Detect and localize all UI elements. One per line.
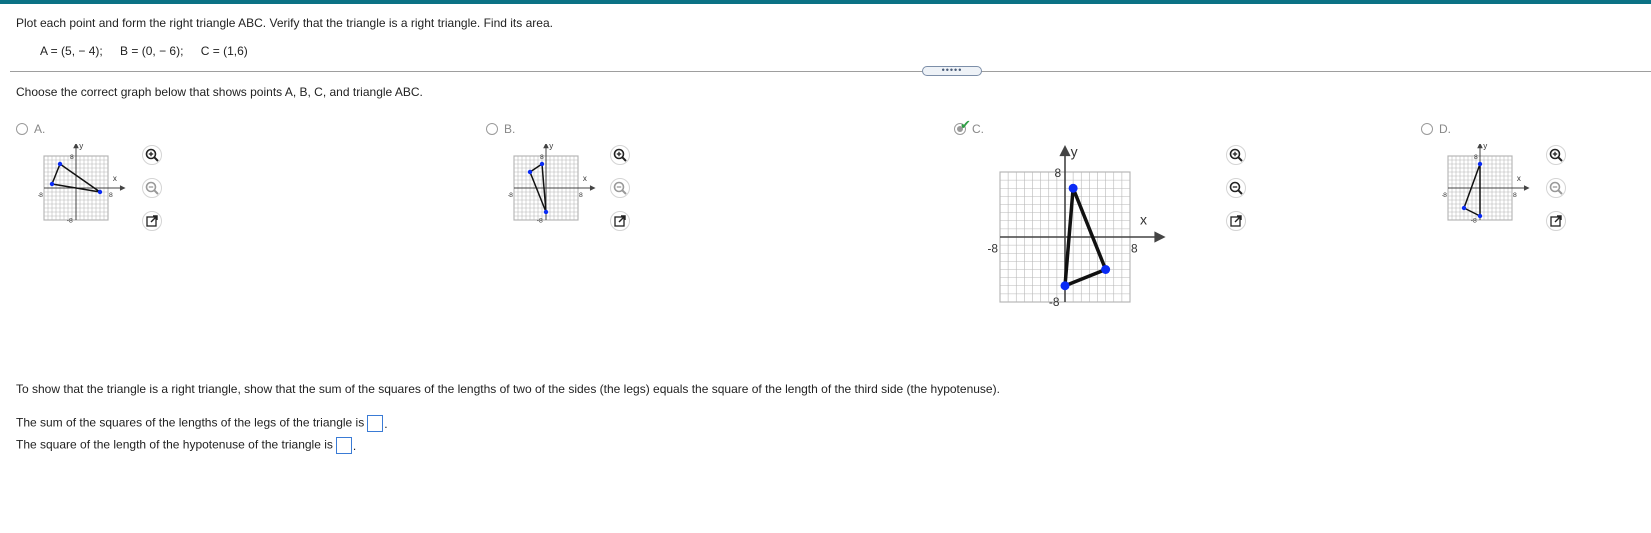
external-link-icon xyxy=(1230,215,1242,227)
vertex-point-0 xyxy=(539,161,545,167)
tick-label-left: -8 xyxy=(38,192,43,199)
tick-label-bottom: -8 xyxy=(537,217,543,224)
vertex-point-1 xyxy=(57,161,63,167)
tick-label-top: 8 xyxy=(1055,166,1062,180)
x-axis-label: x xyxy=(1140,211,1147,227)
hypotenuse-period: . xyxy=(352,438,357,453)
tick-label-right: 8 xyxy=(579,192,583,199)
top-accent-bar xyxy=(0,0,1651,4)
choice-b-label: B. xyxy=(504,122,516,136)
hypotenuse-square-input[interactable] xyxy=(335,437,352,454)
choice-d-radio[interactable] xyxy=(1421,123,1433,135)
y-axis-arrow xyxy=(73,144,79,149)
graph-c: x y -8 8 8 -8 xyxy=(988,144,1166,309)
x-axis-label: x xyxy=(113,174,117,183)
divider-handle[interactable]: ••••• xyxy=(922,66,982,76)
x-axis-label: x xyxy=(583,174,587,183)
graph-b-zoom-out-button[interactable] xyxy=(610,178,630,198)
point-c: C = (1,6) xyxy=(200,44,248,58)
tick-label-top: 8 xyxy=(540,154,544,161)
zoom-out-icon xyxy=(1229,181,1243,195)
tick-label-right: 8 xyxy=(1513,192,1517,199)
zoom-in-icon xyxy=(1229,148,1243,162)
graph-d-zoom-out-button[interactable] xyxy=(1546,178,1566,198)
legs-question-text: The sum of the squares of the lengths of… xyxy=(16,415,365,430)
vertex-point-2 xyxy=(97,189,103,195)
x-axis-arrow xyxy=(1523,185,1530,191)
choice-d-label: D. xyxy=(1439,122,1451,136)
section-divider xyxy=(10,71,1651,72)
x-axis-arrow xyxy=(1154,231,1166,243)
tick-label-left: -8 xyxy=(508,192,513,199)
tick-label-right: 8 xyxy=(109,192,113,199)
choice-b-radio[interactable] xyxy=(486,123,498,135)
point-b: B = (0, − 6); xyxy=(120,44,184,58)
vertex-point-1 xyxy=(1477,161,1483,167)
tick-label-left: -8 xyxy=(1442,192,1447,199)
y-axis-arrow xyxy=(1059,144,1071,157)
graph-a: x y -8 8 8 -8 xyxy=(38,144,126,224)
vertex-point-1 xyxy=(1060,281,1070,291)
vertex-point-0 xyxy=(49,181,55,187)
tick-label-bottom: -8 xyxy=(67,217,73,224)
point-a: A = (5, − 4); xyxy=(40,44,103,58)
correct-check-icon: ✔ xyxy=(960,117,971,132)
zoom-in-icon xyxy=(613,148,627,162)
y-axis-arrow xyxy=(543,144,549,149)
vertex-point-0 xyxy=(1101,265,1111,274)
graph-d-zoom-in-button[interactable] xyxy=(1546,145,1566,165)
tick-label-top: 8 xyxy=(70,154,74,161)
choose-instruction: Choose the correct graph below that show… xyxy=(16,85,423,99)
vertex-point-1 xyxy=(543,209,549,215)
choice-a-radio[interactable] xyxy=(16,123,28,135)
tick-label-left: -8 xyxy=(988,241,998,255)
hypotenuse-question-text: The square of the length of the hypotenu… xyxy=(16,437,333,452)
legs-sum-input[interactable] xyxy=(367,415,384,432)
zoom-out-icon xyxy=(613,181,627,195)
tick-label-top: 8 xyxy=(1474,154,1478,161)
legs-period: . xyxy=(384,416,388,431)
x-axis-label: x xyxy=(1517,174,1521,183)
right-triangle-explanation: To show that the triangle is a right tri… xyxy=(16,382,1000,396)
zoom-out-icon xyxy=(1549,181,1563,195)
problem-prompt: Plot each point and form the right trian… xyxy=(16,16,553,30)
x-axis-arrow xyxy=(119,185,126,191)
hypotenuse-answer-line: The square of the length of the hypotenu… xyxy=(16,437,356,454)
vertex-point-2 xyxy=(1068,183,1078,193)
given-points: A = (5, − 4); B = (0, − 6); C = (1,6) xyxy=(40,44,262,58)
y-axis-label: y xyxy=(549,144,553,150)
graph-b: x y -8 8 8 -8 xyxy=(508,144,596,224)
legs-answer-line: The sum of the squares of the lengths of… xyxy=(16,415,388,432)
graph-a-open-button[interactable] xyxy=(142,211,162,231)
zoom-out-icon xyxy=(145,181,159,195)
graph-c-zoom-in-button[interactable] xyxy=(1226,145,1246,165)
graph-a-zoom-in-button[interactable] xyxy=(142,145,162,165)
choice-a-label: A. xyxy=(34,122,46,136)
zoom-in-icon xyxy=(1549,148,1563,162)
tick-label-bottom: -8 xyxy=(1471,217,1477,224)
choice-c-label: C. xyxy=(972,122,984,136)
graph-c-zoom-out-button[interactable] xyxy=(1226,178,1246,198)
y-axis-arrow xyxy=(1477,144,1483,149)
graph-a-zoom-out-button[interactable] xyxy=(142,178,162,198)
x-axis-arrow xyxy=(589,185,596,191)
external-link-icon xyxy=(614,215,626,227)
y-axis-label: y xyxy=(79,144,83,150)
vertex-point-2 xyxy=(527,169,533,175)
y-axis-label: y xyxy=(1483,144,1487,150)
graph-d: x y -8 8 8 -8 xyxy=(1442,144,1530,224)
graph-b-open-button[interactable] xyxy=(610,211,630,231)
zoom-in-icon xyxy=(145,148,159,162)
tick-label-right: 8 xyxy=(1131,241,1138,255)
graph-c-open-button[interactable] xyxy=(1226,211,1246,231)
graph-b-zoom-in-button[interactable] xyxy=(610,145,630,165)
tick-label-bottom: -8 xyxy=(1049,295,1060,309)
external-link-icon xyxy=(146,215,158,227)
vertex-point-0 xyxy=(1461,205,1467,211)
graph-d-open-button[interactable] xyxy=(1546,211,1566,231)
vertex-point-2 xyxy=(1477,213,1483,219)
external-link-icon xyxy=(1550,215,1562,227)
y-axis-label: y xyxy=(1071,144,1078,159)
